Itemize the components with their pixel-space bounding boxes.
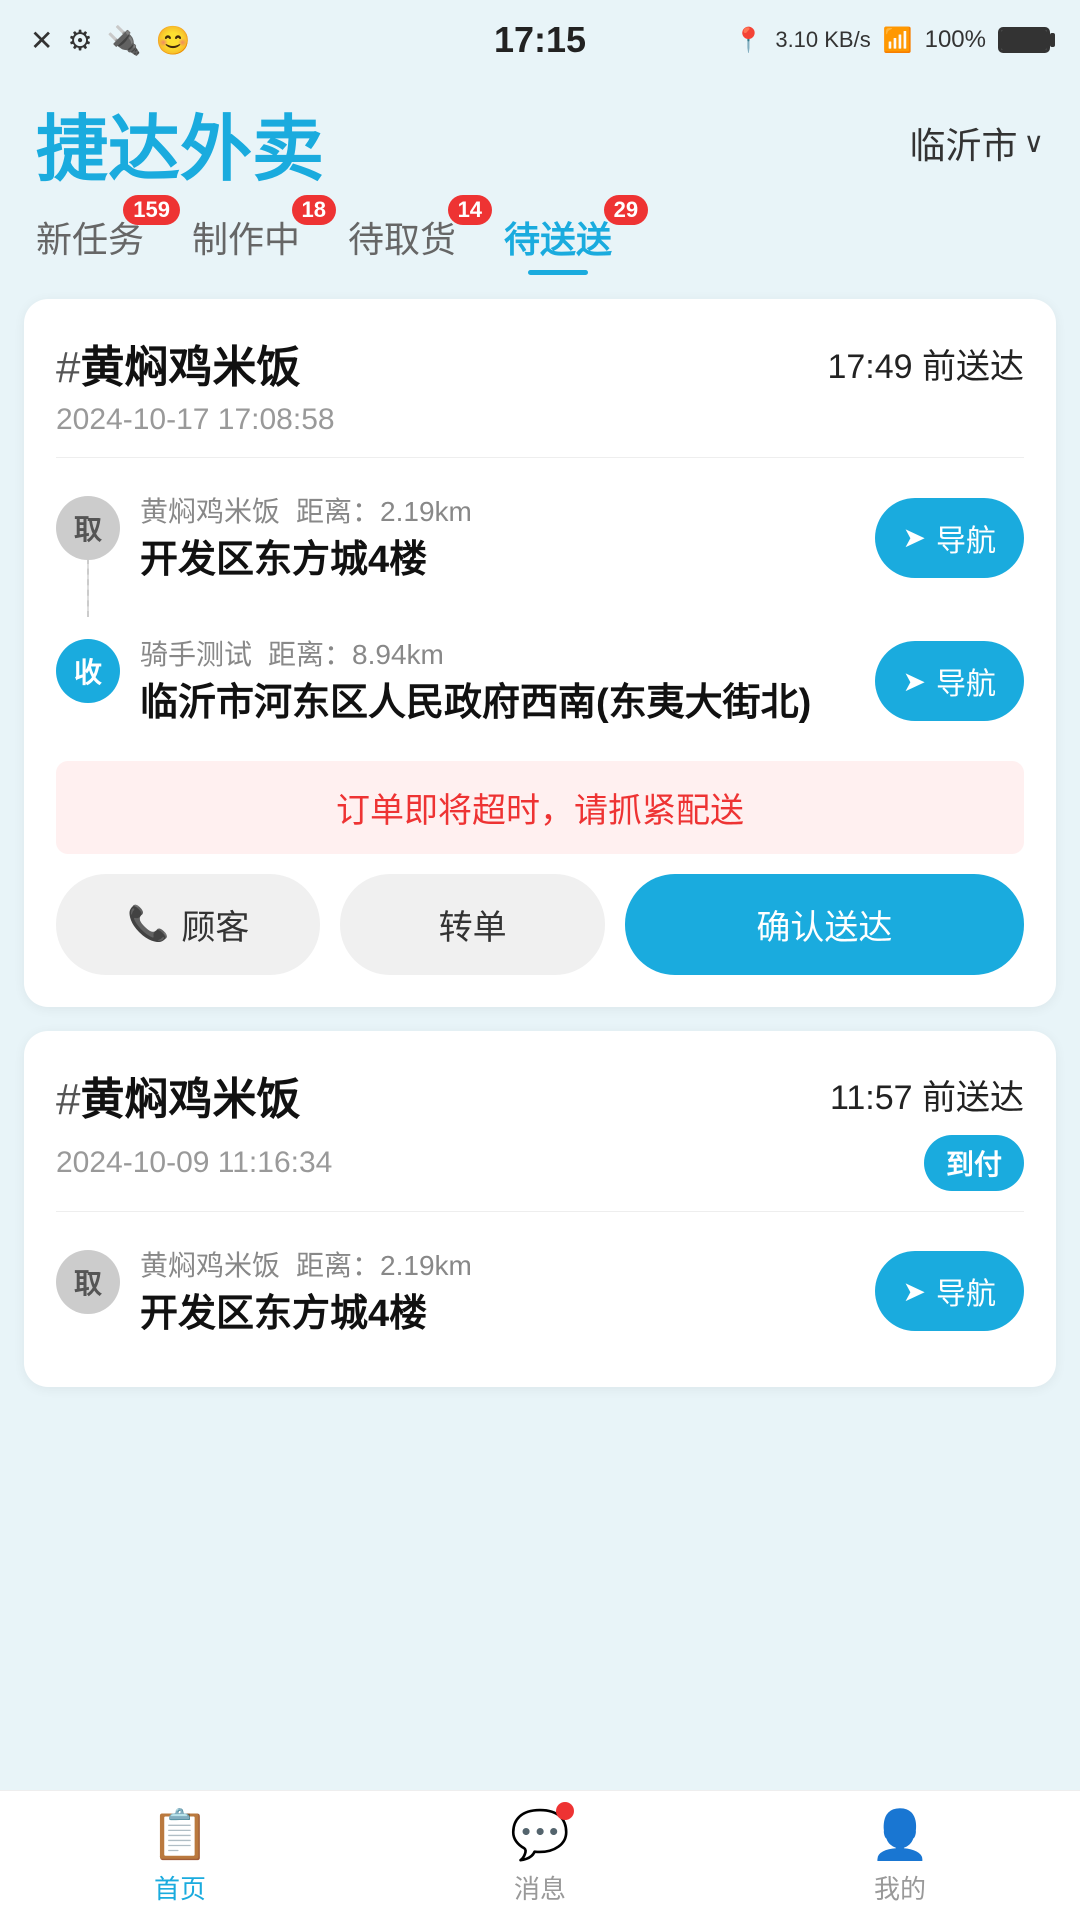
card1-actions: 📞 顾客 转单 确认送达 — [56, 874, 1024, 975]
tab-pickup[interactable]: 待取货 14 — [348, 211, 456, 275]
card1-delivery-address: 临沂市河东区人民政府西南(东夷大街北) — [140, 679, 855, 728]
messages-badge-container: 💬 — [510, 1806, 570, 1863]
call-customer-button[interactable]: 📞 顾客 — [56, 874, 320, 975]
card2-pickup-labels: 黄焖鸡米饭 距离：2.19km — [140, 1244, 855, 1284]
navigate-icon-3: ➤ — [903, 1275, 926, 1308]
nav-home-label: 首页 — [154, 1869, 206, 1906]
card2-pickup-row: 取 黄焖鸡米饭 距离：2.19km 开发区东方城4楼 ➤ 导航 — [56, 1228, 1024, 1355]
card2-pickup-nav-button[interactable]: ➤ 导航 — [875, 1251, 1024, 1331]
icon-data: 🔌 — [107, 24, 142, 57]
tab-bar: 新任务 159 制作中 18 待取货 14 待送送 29 — [0, 211, 1080, 299]
card1-restaurant: #黄焖鸡米饭 — [56, 331, 300, 395]
card1-delivery-distance: 距离：8.94km — [268, 633, 444, 673]
card1-delivery-info: 骑手测试 距离：8.94km 临沂市河东区人民政府西南(东夷大街北) — [140, 633, 855, 728]
home-icon: 📋 — [150, 1806, 210, 1863]
icon-usb: ⚙ — [67, 24, 92, 57]
topay-badge: 到付 — [924, 1135, 1024, 1191]
card1-pickup-address: 开发区东方城4楼 — [140, 536, 855, 585]
card2-header: #黄焖鸡米饭 11:57 前送达 — [56, 1063, 1024, 1127]
app-title: 捷达外卖 — [36, 90, 324, 195]
nav-tab-messages[interactable]: 💬 消息 — [360, 1791, 720, 1920]
location-icon: 📍 — [733, 26, 763, 55]
nav-tab-home[interactable]: 📋 首页 — [0, 1791, 360, 1920]
card1-deadline: 17:49 前送达 — [827, 339, 1024, 388]
battery-icon — [998, 27, 1050, 53]
wifi-icon: 📶 — [883, 26, 913, 55]
data-speed: 3.10 KB/s — [775, 27, 870, 53]
card1-delivery-labels: 骑手测试 距离：8.94km — [140, 633, 855, 673]
card1-hash: # — [56, 343, 80, 392]
card1-delivery-nav-button[interactable]: ➤ 导航 — [875, 641, 1024, 721]
icon-face: 😊 — [155, 24, 190, 57]
card1-pickup-name: 黄焖鸡米饭 — [140, 490, 280, 530]
tab-making-badge: 18 — [292, 195, 336, 225]
order-card-1: #黄焖鸡米饭 17:49 前送达 2024-10-17 17:08:58 取 黄… — [24, 299, 1056, 1007]
tab-making[interactable]: 制作中 18 — [192, 211, 300, 275]
tab-pickup-label: 待取货 — [348, 219, 456, 260]
battery-percent: 100% — [925, 26, 986, 54]
card1-header: #黄焖鸡米饭 17:49 前送达 — [56, 331, 1024, 395]
card1-warning: 订单即将超时，请抓紧配送 — [56, 761, 1024, 854]
tab-delivery-label: 待送送 — [504, 219, 612, 260]
profile-icon: 👤 — [870, 1806, 930, 1863]
card1-divider — [56, 457, 1024, 458]
tab-new-badge: 159 — [123, 195, 180, 225]
pickup-dot: 取 — [56, 496, 120, 560]
status-icons: ✕ ⚙ 🔌 😊 — [30, 24, 190, 57]
status-bar: ✕ ⚙ 🔌 😊 17:15 📍 3.10 KB/s 📶 100% — [0, 0, 1080, 80]
nav-profile-label: 我的 — [874, 1869, 926, 1906]
location-selector[interactable]: 临沂市 ∨ — [909, 117, 1044, 169]
tab-delivery[interactable]: 待送送 29 — [504, 211, 612, 275]
tab-delivery-badge: 29 — [604, 195, 648, 225]
card1-time: 2024-10-17 17:08:58 — [56, 403, 1024, 437]
order-card-2: #黄焖鸡米饭 11:57 前送达 2024-10-09 11:16:34 到付 … — [24, 1031, 1056, 1387]
card1-pickup-distance: 距离：2.19km — [296, 490, 472, 530]
card2-header-right: 11:57 前送达 — [830, 1070, 1024, 1119]
tab-making-label: 制作中 — [192, 219, 300, 260]
card2-restaurant: #黄焖鸡米饭 — [56, 1063, 300, 1127]
delivery-dot: 收 — [56, 639, 120, 703]
card2-divider — [56, 1211, 1024, 1212]
card1-pickup-labels: 黄焖鸡米饭 距离：2.19km — [140, 490, 855, 530]
nav-messages-label: 消息 — [514, 1869, 566, 1906]
confirm-delivery-button[interactable]: 确认送达 — [625, 874, 1024, 975]
card1-pickup-nav-button[interactable]: ➤ 导航 — [875, 498, 1024, 578]
status-time: 17:15 — [494, 19, 586, 61]
card2-pickup-address: 开发区东方城4楼 — [140, 1290, 855, 1339]
card-list: #黄焖鸡米饭 17:49 前送达 2024-10-17 17:08:58 取 黄… — [0, 299, 1080, 1387]
card2-pickup-distance: 距离：2.19km — [296, 1244, 472, 1284]
card1-delivery-row: 收 骑手测试 距离：8.94km 临沂市河东区人民政府西南(东夷大街北) ➤ 导… — [56, 617, 1024, 744]
card2-pickup-dot: 取 — [56, 1250, 120, 1314]
icon-x: ✕ — [30, 24, 53, 57]
card2-pickup-name: 黄焖鸡米饭 — [140, 1244, 280, 1284]
location-text: 临沂市 — [909, 117, 1017, 169]
tab-new[interactable]: 新任务 159 — [36, 211, 144, 275]
card2-pickup-info: 黄焖鸡米饭 距离：2.19km 开发区东方城4楼 — [140, 1244, 855, 1339]
tab-pickup-badge: 14 — [448, 195, 492, 225]
bottom-spacer — [0, 1387, 1080, 1537]
navigate-icon: ➤ — [903, 521, 926, 554]
tab-new-label: 新任务 — [36, 219, 144, 260]
bottom-nav: 📋 首页 💬 消息 👤 我的 — [0, 1790, 1080, 1920]
status-right: 📍 3.10 KB/s 📶 100% — [733, 26, 1050, 55]
route-connector — [87, 558, 89, 617]
chevron-down-icon: ∨ — [1024, 126, 1045, 159]
transfer-button[interactable]: 转单 — [340, 874, 604, 975]
card2-deadline: 11:57 前送达 — [830, 1070, 1024, 1119]
nav-tab-profile[interactable]: 👤 我的 — [720, 1791, 1080, 1920]
card2-time: 2024-10-09 11:16:34 — [56, 1146, 332, 1180]
navigate-icon-2: ➤ — [903, 665, 926, 698]
card1-pickup-row: 取 黄焖鸡米饭 距离：2.19km 开发区东方城4楼 ➤ 导航 — [56, 474, 1024, 601]
header: 捷达外卖 临沂市 ∨ — [0, 80, 1080, 211]
message-notification-dot — [556, 1802, 574, 1820]
card2-hash: # — [56, 1075, 80, 1124]
phone-icon: 📞 — [127, 904, 169, 944]
card1-delivery-name: 骑手测试 — [140, 633, 252, 673]
card1-pickup-info: 黄焖鸡米饭 距离：2.19km 开发区东方城4楼 — [140, 490, 855, 585]
